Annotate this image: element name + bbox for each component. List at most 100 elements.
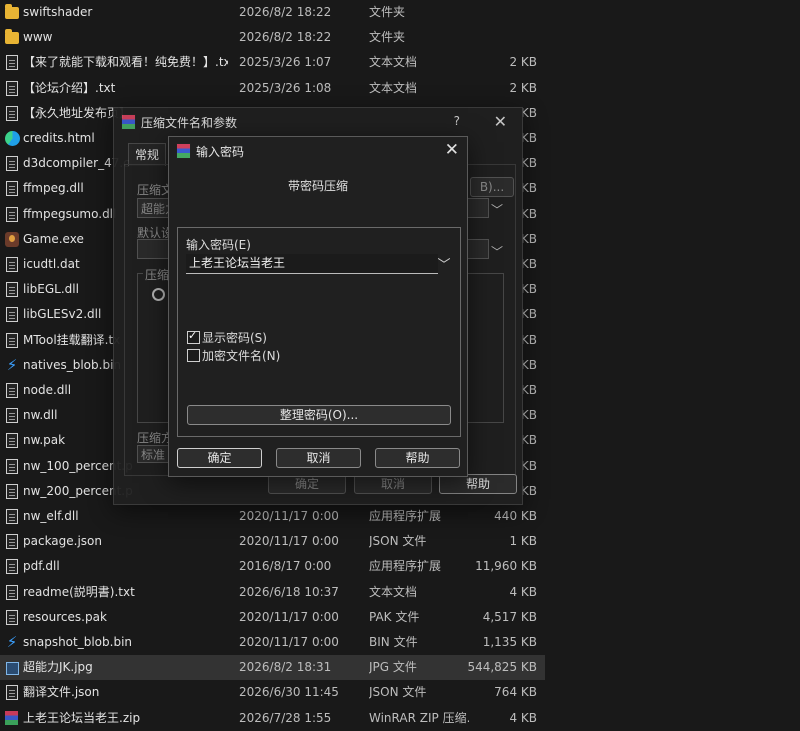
- file-name: readme(説明書).txt: [23, 584, 135, 599]
- password-input[interactable]: [186, 254, 438, 274]
- encrypt-filenames-label[interactable]: 加密文件名(N): [202, 347, 280, 364]
- file-row[interactable]: 【论坛介绍】.txt 2025/3/26 1:08 文本文档 2 KB: [0, 76, 545, 101]
- file-date: 2020/11/17 0:00: [239, 609, 339, 624]
- browse-button[interactable]: B)...: [470, 177, 514, 197]
- file-size: KB: [520, 181, 537, 196]
- file-name: www: [23, 30, 53, 45]
- folder-icon: [5, 29, 19, 45]
- file-row[interactable]: pdf.dll 2016/8/17 0:00 应用程序扩展 11,960 KB: [0, 554, 545, 579]
- file-size: KB: [520, 458, 537, 473]
- password-heading: 带密码压缩: [287, 179, 348, 193]
- file-date: 2026/7/28 1:55: [239, 710, 332, 725]
- file-row[interactable]: www 2026/8/2 18:22 文件夹: [0, 25, 545, 50]
- help-button[interactable]: 帮助: [375, 448, 460, 468]
- file-size: KB: [520, 483, 537, 498]
- format-radio[interactable]: [152, 288, 165, 301]
- text-file-icon: [6, 105, 18, 121]
- text-file-icon: [6, 332, 18, 348]
- file-name: resources.pak: [23, 609, 107, 624]
- file-row[interactable]: resources.pak 2020/11/17 0:00 PAK 文件 4,517 …: [0, 605, 545, 630]
- chevron-down-icon[interactable]: ﹀: [491, 201, 503, 218]
- help-icon[interactable]: ?: [454, 114, 460, 128]
- file-date: 2026/8/2 18:31: [239, 660, 332, 675]
- file-name: pdf.dll: [23, 559, 60, 574]
- file-size: KB: [520, 357, 537, 372]
- encrypt-filenames-checkbox[interactable]: [187, 349, 200, 362]
- file-row[interactable]: package.json 2020/11/17 0:00 JSON 文件 1 KB: [0, 529, 545, 554]
- file-name: package.json: [23, 534, 103, 549]
- archive-cancel-button[interactable]: 取消: [354, 474, 432, 494]
- file-type: 应用程序扩展: [369, 509, 442, 523]
- dll-file-icon: [6, 307, 18, 323]
- file-name: snapshot_blob.bin: [23, 635, 133, 649]
- image-file-icon: [6, 662, 19, 676]
- file-name: 超能力JK.jpg: [23, 660, 93, 675]
- file-date: 2020/11/17 0:00: [239, 635, 339, 649]
- file-name: 【来了就能下载和观看！纯免费！】.txt: [23, 55, 228, 70]
- file-row[interactable]: 【来了就能下载和观看！纯免费！】.txt 2025/3/26 1:07 文本文档 2 …: [0, 50, 545, 75]
- file-type: BIN 文件: [369, 635, 418, 649]
- archive-help-button[interactable]: 帮助: [439, 474, 517, 494]
- file-date: 2020/11/17 0:00: [239, 534, 339, 549]
- file-size: 4 KB: [509, 584, 537, 599]
- organize-passwords-button[interactable]: 整理密码(O)...: [187, 405, 451, 425]
- file-type: JPG 文件: [369, 660, 417, 675]
- folder-icon: [5, 4, 19, 19]
- file-size: KB: [520, 383, 537, 397]
- password-dialog-titlebar[interactable]: 输入密码 ✕: [169, 137, 467, 165]
- file-size: 4 KB: [509, 710, 537, 725]
- json-file-icon: [6, 534, 18, 550]
- file-size: 4,517 KB: [482, 609, 537, 624]
- file-type: 文件夹: [369, 5, 406, 19]
- file-date: 2025/3/26 1:07: [239, 55, 332, 70]
- file-row[interactable]: swiftshader 2026/8/2 18:22 文件夹: [0, 0, 545, 25]
- file-size: KB: [520, 332, 537, 347]
- file-size: 2 KB: [509, 55, 537, 70]
- dll-file-icon: [6, 181, 18, 197]
- file-row[interactable]: nw_elf.dll 2020/11/17 0:00 应用程序扩展 440 KB: [0, 504, 545, 529]
- file-size: KB: [520, 408, 537, 423]
- file-row[interactable]: 翻译文件.json 2026/6/30 11:45 JSON 文件 764 KB: [0, 680, 545, 705]
- file-row[interactable]: ⚡ snapshot_blob.bin 2020/11/17 0:00 BIN 文件 1…: [0, 630, 545, 655]
- ok-button[interactable]: 确定: [177, 448, 262, 468]
- winrar-archive-icon: [5, 710, 18, 725]
- text-file-icon: [6, 80, 18, 96]
- cancel-button[interactable]: 取消: [276, 448, 361, 468]
- archive-dialog-titlebar[interactable]: 压缩文件名和参数 ? ✕: [114, 108, 522, 136]
- file-date: 2020/11/17 0:00: [239, 509, 339, 523]
- winrar-icon: [121, 114, 136, 130]
- game-exe-icon: [5, 231, 19, 247]
- file-size: 11,960 KB: [475, 559, 537, 574]
- file-name: nw_elf.dll: [23, 509, 79, 523]
- dll-file-icon: [6, 408, 18, 424]
- file-type: JSON 文件: [369, 685, 427, 700]
- dll-file-icon: [6, 383, 18, 398]
- text-file-icon: [6, 55, 18, 71]
- file-row[interactable]: 上老王论坛当老王.zip 2026/7/28 1:55 WinRAR ZIP 压缩.…: [0, 706, 545, 731]
- dll-file-icon: [6, 559, 18, 575]
- close-icon[interactable]: ✕: [445, 140, 459, 160]
- file-type: 应用程序扩展: [369, 559, 442, 574]
- file-size: KB: [520, 257, 537, 271]
- chevron-down-icon[interactable]: ﹀: [436, 254, 452, 273]
- file-type: WinRAR ZIP 压缩...: [369, 710, 469, 725]
- file-type: PAK 文件: [369, 609, 420, 624]
- file-size: 2 KB: [509, 80, 537, 95]
- file-name: 上老王论坛当老王.zip: [23, 710, 141, 725]
- file-date: 2025/3/26 1:08: [239, 80, 332, 95]
- archive-ok-button[interactable]: 确定: [268, 474, 346, 494]
- file-row[interactable]: 超能力JK.jpg 2026/8/2 18:31 JPG 文件 544,825 KB: [0, 655, 545, 681]
- dll-file-icon: [6, 509, 18, 524]
- file-size: 1,135 KB: [482, 635, 537, 649]
- file-name: 翻译文件.json: [23, 685, 100, 700]
- close-icon[interactable]: ✕: [494, 112, 507, 131]
- data-file-icon: [6, 257, 18, 272]
- tab-general[interactable]: 常规: [128, 143, 167, 166]
- file-size: KB: [520, 206, 537, 221]
- file-size: 440 KB: [494, 509, 537, 523]
- file-row[interactable]: readme(説明書).txt 2026/6/18 10:37 文本文档 4 KB: [0, 580, 545, 605]
- show-password-checkbox[interactable]: [187, 329, 200, 344]
- chevron-down-icon[interactable]: ﹀: [491, 243, 503, 260]
- file-type: JSON 文件: [369, 534, 427, 549]
- show-password-label[interactable]: 显示密码(S): [202, 329, 267, 346]
